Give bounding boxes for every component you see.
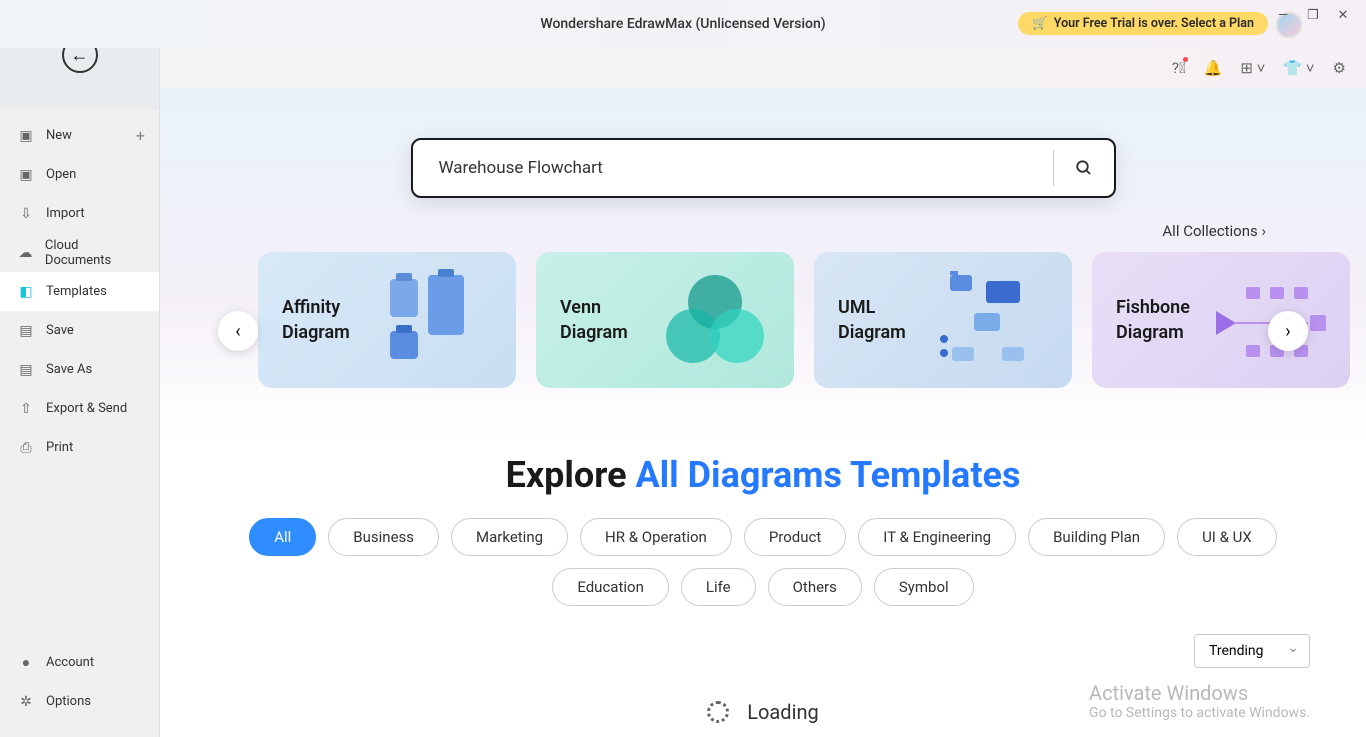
sidebar-item-print[interactable]: ⎙ Print bbox=[0, 428, 159, 467]
search-button[interactable] bbox=[1054, 159, 1114, 177]
carousel-prev-button[interactable]: ‹ bbox=[218, 311, 258, 351]
sidebar-item-options[interactable]: ✲ Options bbox=[0, 682, 159, 721]
apps-icon[interactable]: ⊞ ˅ bbox=[1240, 59, 1265, 77]
pill-life[interactable]: Life bbox=[681, 568, 756, 606]
templates-icon: ◧ bbox=[18, 284, 34, 300]
all-collections-link[interactable]: All Collections › bbox=[200, 198, 1326, 252]
settings-icon[interactable]: ⚙ bbox=[1333, 59, 1346, 77]
sidebar-item-open[interactable]: ▣ Open bbox=[0, 155, 159, 194]
search-input[interactable] bbox=[413, 158, 1053, 178]
sidebar-item-label: Templates bbox=[46, 284, 107, 299]
save-icon: ▤ bbox=[18, 323, 34, 339]
bell-icon[interactable]: 🔔 bbox=[1204, 59, 1223, 77]
sidebar-item-templates[interactable]: ◧ Templates bbox=[0, 272, 159, 311]
card-affinity-diagram[interactable]: AffinityDiagram bbox=[258, 252, 516, 388]
sidebar-item-new[interactable]: ▣ New + bbox=[0, 116, 159, 155]
pill-others[interactable]: Others bbox=[768, 568, 862, 606]
spinner-icon bbox=[707, 701, 729, 723]
sidebar-item-account[interactable]: ● Account bbox=[0, 643, 159, 682]
sidebar-item-export[interactable]: ⇧ Export & Send bbox=[0, 389, 159, 428]
trial-text: Your Free Trial is over. Select a Plan bbox=[1054, 16, 1254, 31]
pill-it-engineering[interactable]: IT & Engineering bbox=[858, 518, 1016, 556]
sidebar-item-cloud[interactable]: ☁ Cloud Documents bbox=[0, 233, 159, 272]
card-title: FishboneDiagram bbox=[1116, 295, 1216, 345]
pill-building-plan[interactable]: Building Plan bbox=[1028, 518, 1165, 556]
window-controls: — ❐ ✕ bbox=[1268, 0, 1358, 30]
card-title: UMLDiagram bbox=[838, 295, 938, 345]
card-title: VennDiagram bbox=[560, 295, 660, 345]
app-title: Wondershare EdrawMax (Unlicensed Version… bbox=[540, 16, 825, 32]
pill-marketing[interactable]: Marketing bbox=[451, 518, 568, 556]
sidebar-item-label: Options bbox=[46, 694, 91, 709]
card-fishbone-diagram[interactable]: FishboneDiagram bbox=[1092, 252, 1350, 388]
sidebar-menu: ▣ New + ▣ Open ⇩ Import ☁ Cloud Document… bbox=[0, 110, 159, 467]
carousel-next-button[interactable]: › bbox=[1268, 311, 1308, 351]
sort-row: Trending bbox=[160, 606, 1366, 668]
explore-heading: Explore All Diagrams Templates bbox=[160, 438, 1366, 518]
sidebar-bottom: ● Account ✲ Options bbox=[0, 643, 159, 721]
chevron-right-icon: › bbox=[1261, 222, 1266, 240]
main-content: All Collections › ‹ AffinityDiagram Venn… bbox=[160, 88, 1366, 737]
affinity-graphic bbox=[382, 275, 492, 365]
gear-icon: ✲ bbox=[18, 694, 34, 710]
hero-section: All Collections › ‹ AffinityDiagram Venn… bbox=[160, 88, 1366, 438]
sidebar-item-label: Open bbox=[46, 167, 76, 182]
sidebar-item-save[interactable]: ▤ Save bbox=[0, 311, 159, 350]
sidebar-item-saveas[interactable]: ▤ Save As bbox=[0, 350, 159, 389]
sidebar-item-label: New bbox=[46, 128, 72, 143]
minimize-button[interactable]: — bbox=[1268, 0, 1298, 30]
pill-product[interactable]: Product bbox=[744, 518, 846, 556]
card-venn-diagram[interactable]: VennDiagram bbox=[536, 252, 794, 388]
card-title: AffinityDiagram bbox=[282, 295, 382, 345]
import-icon: ⇩ bbox=[18, 206, 34, 222]
user-icon: ● bbox=[18, 654, 34, 671]
template-cards-row: ‹ AffinityDiagram VennDiagram bbox=[200, 252, 1326, 418]
sidebar-item-label: Save As bbox=[46, 362, 92, 377]
maximize-button[interactable]: ❐ bbox=[1298, 0, 1328, 30]
close-button[interactable]: ✕ bbox=[1328, 0, 1358, 30]
sidebar-item-label: Print bbox=[46, 440, 73, 455]
search-icon bbox=[1075, 159, 1093, 177]
pill-all[interactable]: All bbox=[249, 518, 316, 556]
sidebar: ← ▣ New + ▣ Open ⇩ Import ☁ Cloud Docume… bbox=[0, 0, 160, 737]
folder-icon: ▣ bbox=[18, 167, 34, 183]
pill-hr-operation[interactable]: HR & Operation bbox=[580, 518, 732, 556]
windows-watermark: Activate Windows Go to Settings to activ… bbox=[1089, 681, 1310, 721]
sidebar-item-label: Export & Send bbox=[46, 401, 127, 416]
card-uml-diagram[interactable]: UMLDiagram bbox=[814, 252, 1072, 388]
plus-square-icon: ▣ bbox=[18, 128, 34, 144]
saveas-icon: ▤ bbox=[18, 362, 34, 378]
pill-ui-ux[interactable]: UI & UX bbox=[1177, 518, 1277, 556]
theme-icon[interactable]: 👕 ˅ bbox=[1283, 59, 1314, 77]
secondary-toolbar: ?⃝ 🔔 ⊞ ˅ 👕 ˅ ⚙ bbox=[160, 48, 1366, 88]
pill-education[interactable]: Education bbox=[552, 568, 669, 606]
trial-banner[interactable]: 🛒 Your Free Trial is over. Select a Plan bbox=[1018, 12, 1268, 35]
search-bar bbox=[411, 138, 1116, 198]
venn-graphic bbox=[660, 275, 770, 365]
sidebar-item-label: Import bbox=[46, 206, 85, 221]
sidebar-item-label: Account bbox=[46, 655, 94, 670]
sidebar-item-label: Cloud Documents bbox=[45, 238, 141, 268]
export-icon: ⇧ bbox=[18, 401, 34, 417]
sidebar-item-label: Save bbox=[46, 323, 74, 338]
print-icon: ⎙ bbox=[18, 440, 34, 456]
sidebar-item-import[interactable]: ⇩ Import bbox=[0, 194, 159, 233]
pill-symbol[interactable]: Symbol bbox=[874, 568, 974, 606]
help-icon[interactable]: ?⃝ bbox=[1172, 59, 1186, 77]
sort-dropdown[interactable]: Trending bbox=[1194, 634, 1310, 668]
titlebar: Wondershare EdrawMax (Unlicensed Version… bbox=[0, 0, 1366, 48]
uml-graphic bbox=[938, 275, 1048, 365]
cloud-icon: ☁ bbox=[18, 245, 33, 261]
cart-icon: 🛒 bbox=[1032, 16, 1048, 31]
category-pills: All Business Marketing HR & Operation Pr… bbox=[160, 518, 1366, 606]
add-icon[interactable]: + bbox=[136, 126, 145, 145]
pill-business[interactable]: Business bbox=[328, 518, 439, 556]
